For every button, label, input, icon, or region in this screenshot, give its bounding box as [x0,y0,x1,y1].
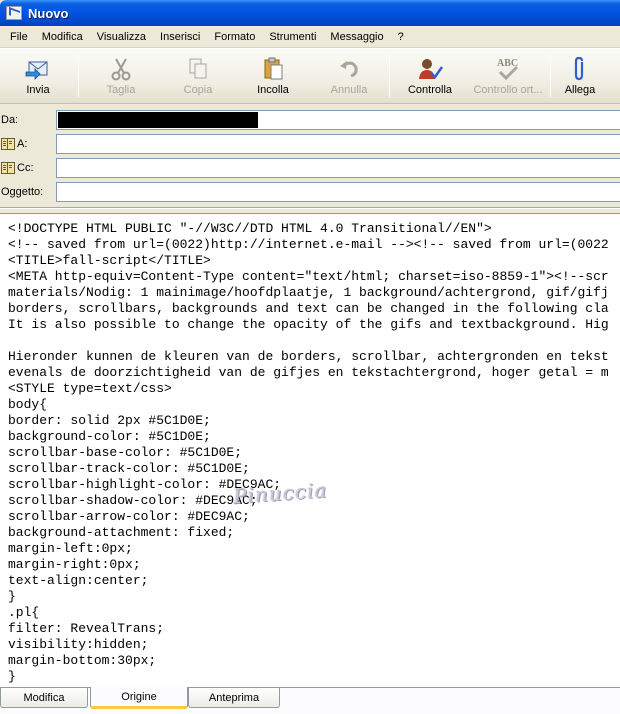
source-line: evenals de doorzichtigheid van de gifjes… [8,365,609,380]
copy-icon [184,56,212,82]
title-bar[interactable]: Nuovo [0,0,620,26]
source-line: margin-right:0px; [8,557,141,572]
undo-label: Annulla [330,84,368,96]
source-line: border: solid 2px #5C1D0E; [8,413,211,428]
source-line: scrollbar-arrow-color: #DEC9AC; [8,509,250,524]
attach-button[interactable]: Allega [553,49,607,103]
toolbar: Invia Taglia Copia Incolla Annulla Contr… [0,48,620,104]
header-divider [0,207,620,209]
scissors-icon [107,56,135,82]
menu-file[interactable]: File [3,29,35,45]
from-field[interactable] [56,110,620,130]
menu-help[interactable]: ? [391,29,411,45]
to-row: A: [0,134,620,154]
check-names-button[interactable]: Controlla [392,49,468,103]
window-title: Nuovo [28,5,69,21]
cc-label-group[interactable]: Cc: [1,162,34,174]
source-code[interactable]: <!DOCTYPE HTML PUBLIC "-//W3C//DTD HTML … [0,214,620,685]
source-line: .pl{ [8,605,40,620]
to-label-group[interactable]: A: [1,138,27,150]
cut-button[interactable]: Taglia [81,49,161,103]
check-names-label: Controlla [407,84,453,96]
source-line: } [8,669,16,684]
address-book-icon [1,138,15,150]
send-button[interactable]: Invia [0,49,76,103]
source-line: <!DOCTYPE HTML PUBLIC "-//W3C//DTD HTML … [8,221,492,236]
menu-view[interactable]: Visualizza [90,29,153,45]
send-label: Invia [26,84,50,96]
subject-field[interactable] [56,182,620,202]
menu-message[interactable]: Messaggio [323,29,390,45]
source-line: borders, scrollbars, backgrounds and tex… [8,301,609,316]
paste-label: Incolla [257,84,289,96]
toolbar-separator [78,55,79,97]
spelling-label: Controllo ort... [473,84,543,96]
paste-icon [259,56,287,82]
cc-label: Cc: [17,162,34,174]
to-field[interactable] [56,134,620,154]
source-line: margin-bottom:30px; [8,653,157,668]
attach-label: Allega [564,84,596,96]
menu-insert[interactable]: Inserisci [153,29,207,45]
menu-bar: File Modifica Visualizza Inserisci Forma… [0,26,620,48]
source-line: <META http-equiv=Content-Type content="t… [8,269,609,284]
source-line: scrollbar-base-color: #5C1D0E; [8,445,243,460]
copy-label: Copia [183,84,213,96]
check-names-icon [416,56,444,82]
source-line: <!-- saved from url=(0022)http://interne… [8,237,609,252]
subject-row: Oggetto: [0,182,620,202]
source-line: <STYLE type=text/css> [8,381,172,396]
paperclip-icon [566,56,594,82]
source-line: margin-left:0px; [8,541,133,556]
source-line: background-color: #5C1D0E; [8,429,211,444]
tab-source[interactable]: Origine [90,687,188,709]
source-line: It is also possible to change the opacit… [8,317,609,332]
redacted-sender [58,112,258,128]
source-line: background-attachment: fixed; [8,525,235,540]
from-label: Da: [1,114,19,126]
menu-format[interactable]: Formato [207,29,262,45]
from-row: Da: [0,110,620,130]
copy-button[interactable]: Copia [161,49,235,103]
source-line: filter: RevealTrans; [8,621,165,636]
menu-tools[interactable]: Strumenti [262,29,323,45]
send-icon [24,56,52,82]
source-line: visibility:hidden; [8,637,149,652]
source-line: scrollbar-track-color: #5C1D0E; [8,461,250,476]
cc-field[interactable] [56,158,620,178]
source-line: Hieronder kunnen de kleuren van de borde… [8,349,609,364]
undo-icon [335,56,363,82]
tab-edit[interactable]: Modifica [0,688,88,708]
source-line: materials/Nodig: 1 mainimage/hoofdplaatj… [8,285,609,300]
subject-label: Oggetto: [1,186,44,198]
source-line: text-align:center; [8,573,149,588]
source-line: <TITLE>fall-script</TITLE> [8,253,211,268]
toolbar-separator [550,55,551,97]
new-message-icon [6,6,22,20]
to-label: A: [17,138,28,150]
source-line [0,333,620,349]
source-line: body{ [8,397,48,412]
view-tabs: Modifica Origine Anteprima [0,687,620,714]
message-header: Da: A: Cc: Oggetto: [0,105,620,205]
source-line: } [8,589,16,604]
source-editor[interactable]: <!DOCTYPE HTML PUBLIC "-//W3C//DTD HTML … [0,213,620,687]
cc-row: Cc: [0,158,620,178]
undo-button[interactable]: Annulla [311,49,387,103]
tab-preview[interactable]: Anteprima [188,688,280,708]
address-book-icon [1,162,15,174]
cut-label: Taglia [106,84,136,96]
paste-button[interactable]: Incolla [235,49,311,103]
menu-edit[interactable]: Modifica [35,29,90,45]
spell-check-icon: ABC [494,56,522,82]
toolbar-separator [389,55,390,97]
spelling-button[interactable]: ABC Controllo ort... [468,49,548,103]
